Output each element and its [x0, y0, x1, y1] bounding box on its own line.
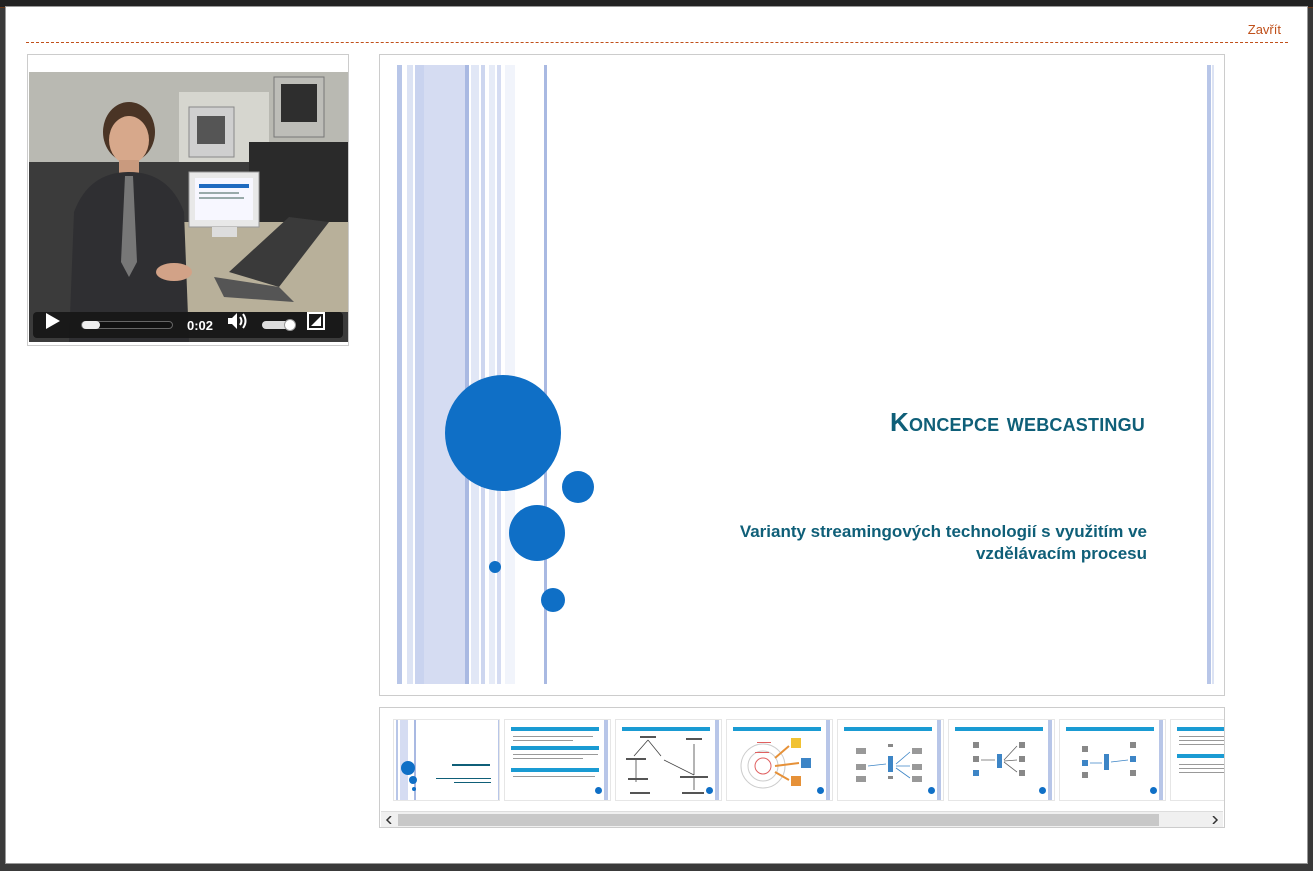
slide-thumbnail[interactable] [615, 719, 722, 801]
thumbnail-preview [1082, 742, 1136, 778]
chevron-left-icon [385, 816, 392, 824]
chevron-right-icon [1212, 816, 1219, 824]
thumbnail-preview [396, 720, 499, 800]
current-slide: Koncepce webcastingu Varianty streamingo… [397, 65, 1215, 684]
slide-thumbnail[interactable] [726, 719, 833, 801]
thumbnail-scrollbar[interactable] [381, 811, 1223, 827]
slide-thumbnail[interactable] [948, 719, 1055, 801]
fullscreen-button[interactable] [307, 312, 329, 338]
close-link[interactable]: Zavřít [1248, 22, 1281, 37]
scroll-right-button[interactable] [1207, 812, 1223, 827]
fullscreen-icon [307, 312, 325, 330]
slide-thumbnails-panel [379, 707, 1225, 828]
video-frame [29, 72, 348, 342]
slide-thumbnail[interactable] [393, 719, 500, 801]
mute-button[interactable] [227, 312, 251, 338]
seek-bar[interactable] [81, 321, 173, 329]
dialog-divider [26, 42, 1288, 43]
thumbnail-preview [626, 736, 708, 794]
volume-slider[interactable] [262, 319, 296, 331]
volume-icon [228, 313, 247, 329]
slide-subtitle: Varianty streamingových technologií s vy… [739, 522, 1147, 563]
scroll-left-button[interactable] [381, 812, 397, 827]
video-player[interactable]: 0:02 [29, 72, 348, 342]
presentation-dialog: Zavřít 0:02 Koncepce webcastingu Variant… [5, 6, 1308, 864]
slide-thumbnail[interactable] [1059, 719, 1166, 801]
play-icon [46, 313, 60, 329]
slide-thumbnail[interactable] [837, 719, 944, 801]
video-controls: 0:02 [33, 312, 343, 338]
time-display: 0:02 [186, 317, 214, 333]
slide-panel: Koncepce webcastingu Varianty streamingo… [379, 54, 1225, 696]
video-panel: 0:02 [27, 54, 349, 346]
thumbnail-preview [856, 744, 922, 782]
slide-title: Koncepce webcastingu [889, 407, 1145, 437]
slide-thumbnail[interactable] [1170, 719, 1224, 801]
slide-thumbnail[interactable] [504, 719, 611, 801]
thumbnail-preview [973, 742, 1025, 776]
play-button[interactable] [43, 312, 65, 338]
scrollbar-thumb[interactable] [398, 814, 1159, 826]
volume-handle[interactable] [284, 319, 296, 331]
thumbnail-preview [740, 738, 811, 789]
slide-decoration [397, 65, 1214, 684]
seek-handle[interactable] [82, 321, 100, 329]
